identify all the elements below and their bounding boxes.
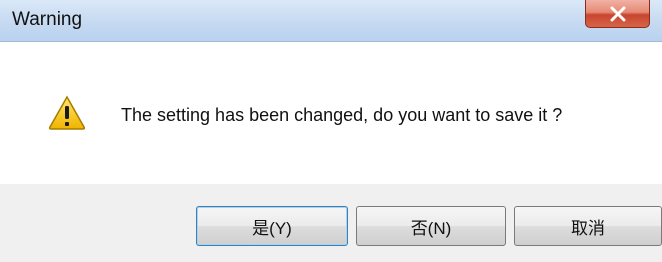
- warning-dialog: Warning The setting has been changed, do…: [0, 0, 662, 262]
- warning-icon: [48, 95, 86, 130]
- dialog-title: Warning: [12, 9, 83, 30]
- close-button[interactable]: [585, 0, 650, 28]
- warning-message: The setting has been changed, do you wan…: [121, 105, 563, 125]
- yes-button[interactable]: 是(Y): [196, 206, 348, 246]
- close-icon: [610, 6, 625, 21]
- button-panel: 是(Y) 否(N) 取消: [0, 184, 662, 262]
- title-bar[interactable]: Warning: [0, 0, 662, 42]
- cancel-button[interactable]: 取消: [514, 206, 662, 246]
- message-area: The setting has been changed, do you wan…: [0, 42, 662, 184]
- no-button[interactable]: 否(N): [356, 206, 506, 246]
